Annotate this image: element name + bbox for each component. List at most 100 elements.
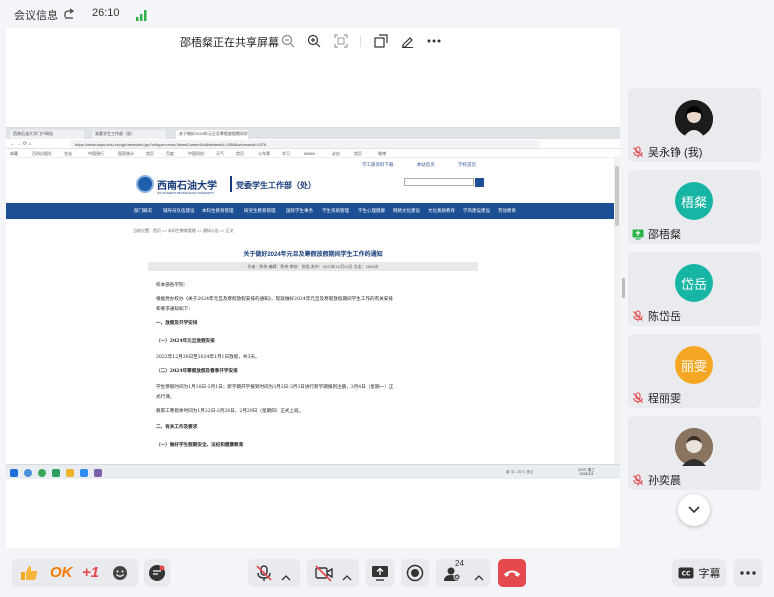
- bookmark-item[interactable]: 必应: [332, 151, 340, 157]
- app-icon[interactable]: [94, 469, 102, 477]
- camera-control: [307, 559, 359, 587]
- nav-item[interactable]: 文化素质教育: [428, 208, 455, 214]
- bookmark-item[interactable]: 国家统计: [118, 151, 134, 157]
- article-subheading: （一）做好学生假期安全、法纪和健康教育: [156, 443, 244, 448]
- chevron-up-icon[interactable]: [342, 568, 352, 586]
- chat-button[interactable]: [144, 559, 170, 587]
- participant-name: 程丽雯: [648, 393, 681, 405]
- nav-item[interactable]: 劳动教育: [498, 208, 516, 214]
- article-subheading: （一）2024年元旦放假安排: [156, 339, 215, 344]
- article-meta: 作者：陈伟 编辑：陈伟 审核：张强 发布：2023年12月26日 点击：2836…: [148, 262, 478, 271]
- subtitles-icon: CC: [678, 567, 693, 579]
- browser-icon[interactable]: [38, 469, 46, 477]
- university-logo: [136, 175, 154, 193]
- article-paragraph: 根据党办校办《关于2024年元旦及寒假放假安排的通知》，现就做好2024年元旦及…: [156, 297, 393, 302]
- chevron-down-icon: [688, 506, 700, 514]
- nav-item[interactable]: 学生心理健康: [358, 208, 385, 214]
- page-scrollbar[interactable]: [614, 158, 620, 465]
- browser-tab[interactable]: 党委学生工作部（处）: [92, 130, 166, 139]
- chat-icon: [149, 565, 165, 581]
- mic-muted-icon[interactable]: [255, 564, 273, 587]
- participant-card[interactable]: 梧粲 邵梧粲: [628, 170, 761, 244]
- search-icon[interactable]: [24, 469, 32, 477]
- bookmark-item[interactable]: 中国科协: [188, 151, 204, 157]
- util-link-home[interactable]: 本站首页: [417, 162, 435, 167]
- participant-card[interactable]: 岱岳 陈岱岳: [628, 252, 761, 326]
- popout-window-icon[interactable]: [373, 33, 389, 49]
- record-button[interactable]: [401, 559, 429, 587]
- app-icon[interactable]: [52, 469, 60, 477]
- emoji-icon[interactable]: [112, 565, 128, 586]
- browser-tab-active[interactable]: 关于做好2024年元旦及寒假放假期间学生工作的通知: [176, 130, 248, 139]
- scroll-down-button[interactable]: [678, 494, 710, 526]
- participant-name: 邵梧粲: [648, 229, 681, 241]
- toolbar-divider: [360, 36, 361, 47]
- chevron-up-icon[interactable]: [474, 568, 484, 586]
- reaction-plus-one[interactable]: +1: [82, 564, 99, 581]
- nav-item[interactable]: 学生资助管理: [322, 208, 349, 214]
- more-button[interactable]: [734, 559, 762, 587]
- article-heading: 一、放假及开学安排: [156, 321, 198, 326]
- participant-name: 孙奕晨: [648, 475, 681, 487]
- bookmark-item[interactable]: 火车票: [258, 151, 270, 157]
- mic-control: [248, 559, 300, 587]
- participant-card[interactable]: 吴永铮 (我): [628, 88, 761, 162]
- bookmark-item[interactable]: 中国银行: [88, 151, 104, 157]
- bookmark-item[interactable]: 微博: [378, 151, 386, 157]
- subtitles-button[interactable]: CC 字幕: [672, 559, 726, 587]
- meeting-app-icon[interactable]: [80, 469, 88, 477]
- screen-sharing-icon: [632, 227, 644, 240]
- nav-item[interactable]: 国际学生事务: [286, 208, 313, 214]
- bookmark-item[interactable]: 学习: [282, 151, 290, 157]
- start-icon[interactable]: [10, 469, 18, 477]
- panel-resize-handle[interactable]: [622, 278, 625, 298]
- avatar: 丽雯: [675, 346, 713, 384]
- util-link-school[interactable]: 学校首页: [458, 162, 476, 167]
- nav-item[interactable]: 辅导员队伍建设: [163, 208, 195, 214]
- webpage-content: 学工部资料下载 本站首页 学校首页 西南石油大学 SOUTHWEST PETRO…: [6, 158, 614, 465]
- bookmark-item[interactable]: 百科出版社: [32, 151, 52, 157]
- school-name-en: SOUTHWEST PETROLEUM UNIVERSITY: [157, 191, 215, 195]
- bookmark-item[interactable]: 收藏: [10, 151, 18, 157]
- top-bar: 会议信息 26:10: [0, 0, 774, 28]
- fit-screen-icon[interactable]: [333, 33, 349, 49]
- bookmark-item[interactable]: 天气: [216, 151, 224, 157]
- bookmark-item[interactable]: 首页: [146, 151, 154, 157]
- camera-off-icon[interactable]: [314, 564, 334, 587]
- nav-item[interactable]: 部门概况: [134, 208, 152, 214]
- nav-item[interactable]: 学风建设建设: [463, 208, 490, 214]
- bookmark-item[interactable]: 首页: [354, 151, 362, 157]
- participant-card[interactable]: 丽雯 程丽雯: [628, 334, 761, 408]
- folder-icon[interactable]: [66, 469, 74, 477]
- nav-item[interactable]: 本科生教育管理: [202, 208, 234, 214]
- meeting-info-label[interactable]: 会议信息: [14, 7, 58, 23]
- url-input[interactable]: https://www.swpu.edu.cn/xgb/newsinfo.jsp…: [70, 140, 540, 148]
- site-search-button[interactable]: [475, 178, 484, 187]
- zoom-in-icon[interactable]: [306, 33, 322, 49]
- scrollbar-thumb[interactable]: [615, 166, 619, 226]
- bookmark-item[interactable]: 百度: [166, 151, 174, 157]
- nav-item[interactable]: 研究生教育管理: [244, 208, 276, 214]
- share-link-icon[interactable]: [63, 7, 75, 19]
- more-options-icon[interactable]: [426, 33, 442, 49]
- browser-nav-icons[interactable]: ← → ⟳ ⌂: [10, 141, 31, 147]
- annotate-pen-icon[interactable]: [399, 33, 415, 49]
- mic-muted-icon: [632, 391, 644, 404]
- site-search-input[interactable]: [404, 178, 474, 186]
- participant-card[interactable]: 孙奕晨: [628, 416, 761, 490]
- leave-meeting-button[interactable]: [498, 559, 526, 587]
- thumbs-up-icon[interactable]: [20, 565, 38, 586]
- share-screen-button[interactable]: [366, 559, 394, 587]
- util-link-downloads[interactable]: 学工部资料下载: [362, 162, 394, 167]
- reaction-ok[interactable]: OK: [50, 564, 73, 581]
- share-screen-icon: [372, 566, 388, 581]
- browser-tab[interactable]: 西南石油大学门户网站: [10, 130, 84, 139]
- bookmark-item[interactable]: 名站: [64, 151, 72, 157]
- bookmark-item[interactable]: 首页: [236, 151, 244, 157]
- nav-item[interactable]: 网络文化建设: [393, 208, 420, 214]
- zoom-out-icon[interactable]: [280, 33, 296, 49]
- bookmark-item[interactable]: BiliBili: [304, 151, 315, 156]
- meeting-control-bar: OK +1 24 CC 字幕: [0, 553, 774, 597]
- chevron-up-icon[interactable]: [281, 568, 291, 586]
- shared-browser-window: 西南石油大学门户网站 党委学生工作部（处） 关于做好2024年元旦及寒假放假期间…: [6, 127, 620, 479]
